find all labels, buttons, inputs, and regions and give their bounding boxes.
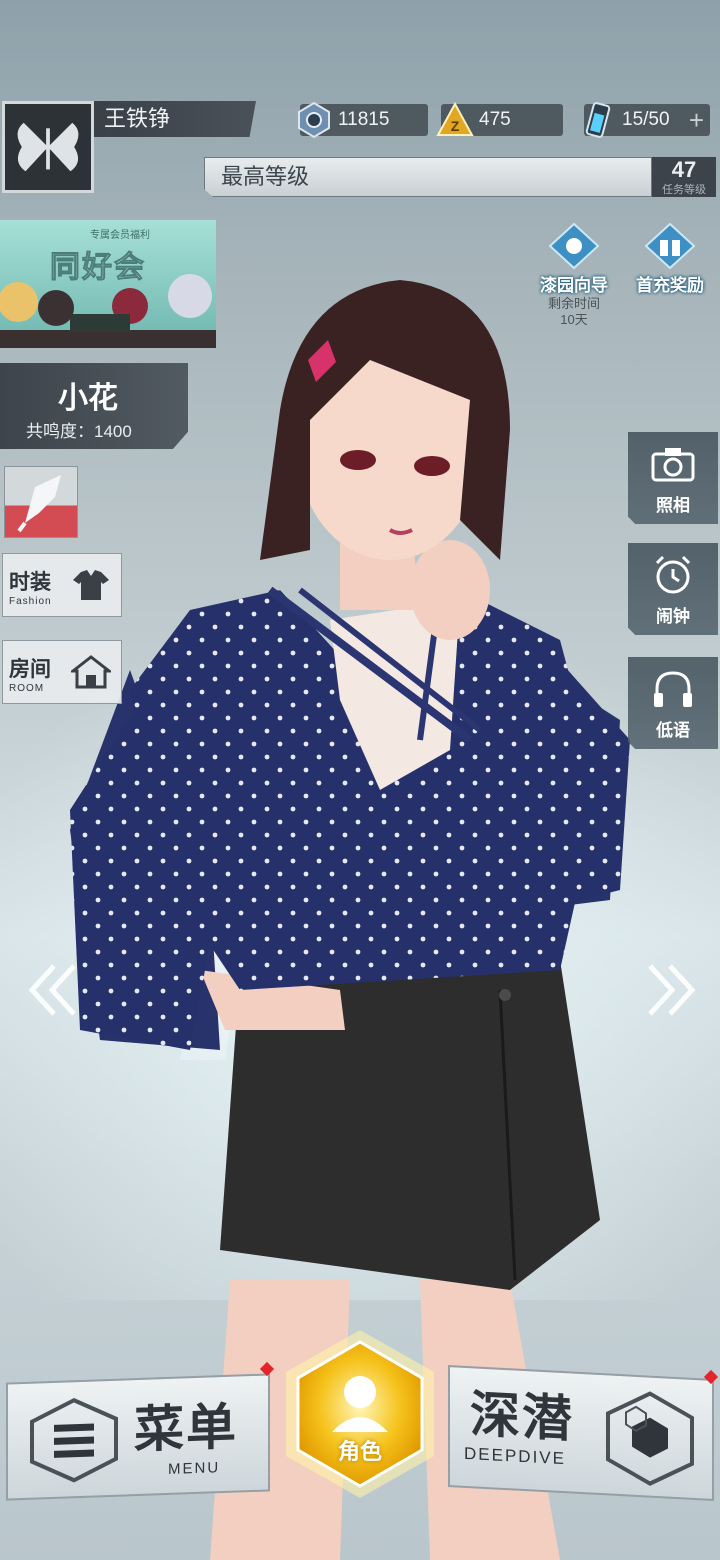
deepdive-button[interactable]: 深潜 DEEPDIVE (448, 1365, 714, 1501)
gem-triangle-icon: Z (436, 101, 474, 136)
stamina-battery-icon (585, 102, 611, 138)
butterfly-icon (17, 122, 79, 172)
whisper-button[interactable]: 低语 (628, 657, 718, 749)
gift-icon (644, 222, 696, 270)
heart-wing-icon (17, 475, 61, 533)
task-level-number: 47 (671, 157, 697, 182)
role-button[interactable]: 角色 (272, 1326, 448, 1502)
stamina-amount: 15/50 (622, 109, 670, 130)
task-level-box: 47 任务等级 (652, 157, 716, 197)
character-resonance: 共鸣度：1400 (26, 422, 132, 441)
alarm-button[interactable]: 闹钟 (628, 543, 718, 635)
menu-label: 菜单 (134, 1398, 238, 1459)
alarm-label: 闹钟 (656, 607, 690, 626)
level-bar: 最高等级 (204, 157, 652, 197)
level-label: 最高等级 (221, 164, 310, 189)
player-avatar[interactable] (2, 101, 94, 193)
crystal-amount: 11815 (338, 109, 390, 130)
house-icon (71, 655, 111, 689)
deepdive-label-en: DEEPDIVE (464, 1443, 566, 1469)
next-character-arrow[interactable] (640, 960, 700, 1020)
headphones-icon (654, 671, 692, 707)
room-label-en: ROOM (9, 683, 45, 694)
camera-label: 照相 (656, 496, 690, 515)
skill-button[interactable] (4, 466, 78, 538)
task-level-caption: 任务等级 (662, 184, 706, 196)
banner-characters-art (0, 274, 216, 344)
svg-text:Z: Z (451, 118, 460, 134)
crystal-currency[interactable]: 11815 (298, 101, 428, 139)
previous-character-arrow[interactable] (24, 960, 84, 1020)
guide-time-value: 10天 (560, 312, 588, 327)
guide-time-label: 剩余时间 (547, 296, 600, 311)
role-hex-icon (286, 1330, 434, 1498)
banner-subtitle: 专属会员福利 (90, 230, 150, 241)
camera-button[interactable]: 照相 (628, 432, 718, 524)
gem-amount: 475 (479, 109, 511, 130)
first-recharge-label: 首充奖励 (636, 276, 704, 295)
crystal-icon (298, 101, 330, 139)
character-name: 小花 (58, 382, 118, 415)
guide-label: 漆园向导 (540, 276, 608, 295)
first-recharge-button[interactable]: 首充奖励 (626, 222, 714, 296)
player-name: 王铁铮 (94, 101, 256, 137)
alarm-clock-icon (655, 555, 691, 594)
role-label: 角色 (337, 1439, 382, 1464)
fashion-label: 时装 (9, 571, 51, 594)
camera-icon (651, 448, 695, 482)
event-banner[interactable]: 专属会员福利 同好会 (0, 220, 216, 348)
character-card[interactable]: 小花 共鸣度：1400 (0, 363, 188, 449)
deepdive-label: 深潜 (470, 1386, 574, 1448)
fashion-label-en: Fashion (9, 596, 52, 607)
menu-list-icon (30, 1398, 118, 1483)
menu-button[interactable]: 菜单 MENU (6, 1373, 270, 1501)
stamina-counter[interactable]: 15/50 + (584, 102, 710, 138)
fashion-button[interactable]: 时装 Fashion (2, 553, 122, 617)
menu-label-en: MENU (168, 1459, 221, 1478)
whisper-label: 低语 (656, 721, 690, 740)
molecule-icon (606, 1391, 694, 1486)
shirt-icon (73, 570, 109, 600)
add-stamina-button[interactable]: + (689, 104, 704, 136)
room-label: 房间 (9, 658, 51, 681)
guide-button[interactable]: 漆园向导 剩余时间 10天 (530, 222, 618, 328)
room-button[interactable]: 房间 ROOM (2, 640, 122, 704)
gem-currency[interactable]: Z 475 (436, 101, 563, 136)
guide-icon (548, 222, 600, 270)
